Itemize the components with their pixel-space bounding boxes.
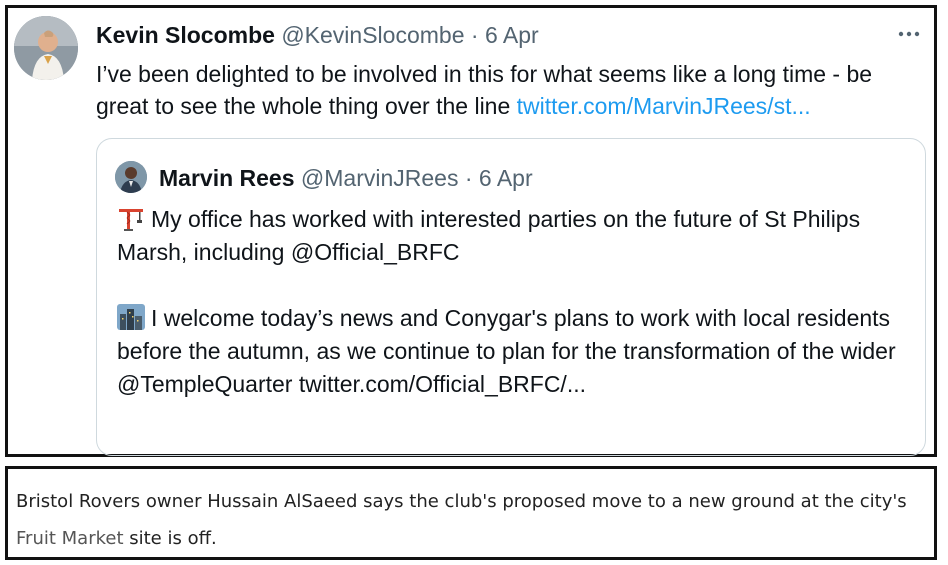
quoted-author-name[interactable]: Marvin Rees	[159, 165, 295, 191]
quoted-tweet-card[interactable]: Marvin Rees @MarvinJRees · 6 Apr My offi…	[96, 138, 926, 456]
tweet-text: I’ve been delighted to be involved in th…	[96, 58, 920, 122]
caption-text-before: Bristol Rovers owner Hussain AlSaeed say…	[16, 491, 907, 512]
tweet-header: Kevin Slocombe @KevinSlocombe · 6 Apr	[96, 20, 874, 50]
quoted-paragraph-1-text: My office has worked with interested par…	[117, 206, 861, 265]
quoted-tweet-header: Marvin Rees @MarvinJRees · 6 Apr	[159, 163, 533, 193]
more-horizontal-icon[interactable]	[894, 22, 924, 46]
tweet-date[interactable]: 6 Apr	[485, 22, 539, 48]
cityscape-icon	[117, 304, 145, 330]
separator: ·	[464, 165, 473, 191]
caption-text: Bristol Rovers owner Hussain AlSaeed say…	[16, 483, 926, 557]
construction-crane-icon	[117, 205, 145, 231]
quoted-tweet-date[interactable]: 6 Apr	[479, 165, 533, 191]
quoted-tweet-body: My office has worked with interested par…	[117, 203, 905, 401]
quoted-avatar[interactable]	[115, 161, 147, 193]
quoted-author-handle[interactable]: @MarvinJRees	[301, 165, 459, 191]
tweet-panel: Kevin Slocombe @KevinSlocombe · 6 Apr I’…	[5, 5, 937, 457]
caption-panel: Bristol Rovers owner Hussain AlSaeed say…	[5, 466, 937, 560]
avatar[interactable]	[14, 16, 78, 80]
separator: ·	[470, 22, 479, 48]
quoted-paragraph: I welcome today’s news and Conygar's pla…	[117, 302, 905, 401]
author-name[interactable]: Kevin Slocombe	[96, 22, 275, 48]
tweet-link[interactable]: twitter.com/MarvinJRees/st...	[517, 93, 811, 119]
author-handle[interactable]: @KevinSlocombe	[281, 22, 464, 48]
quoted-paragraph-2-text: I welcome today’s news and Conygar's pla…	[117, 305, 896, 397]
quoted-paragraph: My office has worked with interested par…	[117, 203, 905, 269]
caption-link[interactable]: Fruit Market	[16, 528, 124, 549]
caption-text-after: site is off.	[123, 528, 217, 549]
